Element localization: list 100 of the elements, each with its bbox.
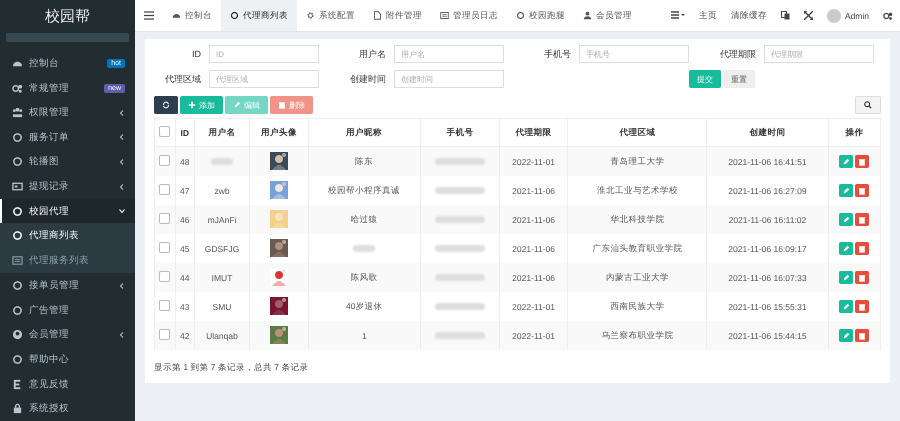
sidebar-item[interactable]: 提现记录	[0, 174, 135, 199]
circle-icon	[12, 280, 23, 292]
trash-icon	[858, 302, 866, 310]
sidebar-item[interactable]: 广告管理	[0, 298, 135, 323]
table-cell: 陈东	[308, 146, 420, 176]
menu-icon[interactable]	[144, 11, 154, 20]
checkbox[interactable]	[159, 184, 170, 195]
circle-icon	[230, 11, 239, 20]
circle-icon	[12, 206, 23, 217]
sidebar-item[interactable]: 系统授权	[0, 396, 135, 421]
table-cell: 陈风歌	[308, 263, 420, 292]
table-cell: 2021-11-06 15:44:15	[706, 321, 828, 350]
delete-button[interactable]	[855, 300, 870, 313]
table-cell: 乌兰察布职业学院	[568, 321, 707, 350]
nav-tab[interactable]: 系统配置	[297, 0, 364, 31]
column-header[interactable]: 创建时间	[706, 118, 828, 146]
filter-input[interactable]: 手机号	[579, 45, 689, 63]
table-cell: 内蒙古工业大学	[568, 263, 707, 292]
edit-button[interactable]	[839, 300, 854, 313]
trash-icon	[858, 274, 866, 282]
edit-button[interactable]	[839, 155, 854, 168]
nav-tab[interactable]: 会员管理	[574, 0, 641, 31]
sidebar-item[interactable]: 意见反馈	[0, 372, 135, 396]
table-cell: 哈过猿	[308, 205, 420, 234]
filter-label: 代理期限	[719, 48, 757, 60]
filter-input[interactable]: 代理期限	[764, 45, 874, 63]
edit-button[interactable]	[839, 213, 854, 226]
table-cell: 2021-11-06 16:11:02	[706, 205, 828, 234]
gear-icon	[306, 11, 315, 20]
table-cell: mJAnFi	[194, 205, 250, 234]
table-cell: 2021-11-06	[499, 205, 568, 234]
clear-cache-link[interactable]: 清除缓存	[724, 0, 774, 31]
nav-tab[interactable]: 校园跑腿	[507, 0, 574, 31]
table-cell: 2022-11-01	[499, 321, 568, 350]
refresh-icon	[162, 101, 170, 109]
table-cell: 1	[308, 321, 420, 350]
checkbox[interactable]	[159, 329, 170, 340]
edit-button[interactable]	[839, 271, 854, 284]
trash-icon	[858, 158, 866, 166]
list-icon	[440, 11, 449, 20]
sidebar-item[interactable]: 帮助中心	[0, 347, 135, 372]
pencil-icon	[233, 101, 241, 109]
gears-icon[interactable]	[883, 10, 893, 20]
list-icon[interactable]	[670, 11, 685, 20]
table-cell: 2021-11-06	[499, 263, 568, 292]
filter-input[interactable]: 用户名	[394, 45, 504, 63]
checkbox[interactable]	[159, 271, 170, 282]
circle-icon	[12, 156, 23, 168]
delete-button[interactable]	[855, 242, 870, 255]
pencil-icon	[842, 158, 850, 166]
sidebar-item[interactable]: 权限管理	[0, 100, 135, 126]
nav-tab[interactable]: 代理商列表	[221, 0, 297, 31]
edit-button[interactable]	[839, 184, 854, 197]
table-cell: 华北科技学院	[568, 205, 707, 234]
circle-icon	[12, 354, 23, 366]
checkbox[interactable]	[159, 300, 170, 311]
delete-button[interactable]	[855, 329, 870, 342]
sidebar-search-bar[interactable]	[6, 33, 129, 42]
table-cell: 44	[175, 263, 194, 292]
file-icon	[373, 11, 382, 20]
filter-label: ID	[191, 49, 202, 59]
delete-button[interactable]	[855, 271, 870, 284]
home-link[interactable]: 主页	[692, 0, 724, 31]
trash-icon	[858, 216, 866, 224]
delete-button[interactable]	[855, 155, 870, 168]
column-header[interactable]: 用户昵称	[308, 118, 420, 146]
sidebar-item[interactable]: 接单员管理	[0, 273, 135, 298]
gears-icon	[12, 82, 23, 94]
avatar-icon	[826, 8, 841, 22]
checkbox[interactable]	[159, 213, 170, 224]
search-button[interactable]	[855, 96, 881, 114]
table-cell: 42	[175, 321, 194, 350]
filter-input[interactable]: 创建时间	[394, 70, 504, 88]
table-cell: 2021-11-06 16:07:33	[706, 263, 828, 292]
sidebar-item[interactable]: 服务订单	[0, 125, 135, 150]
refresh-button[interactable]	[154, 96, 178, 114]
table-cell: 2021-11-06 16:41:51	[706, 146, 828, 176]
checkbox[interactable]	[159, 126, 170, 137]
sidebar-subitem[interactable]: 代理服务列表	[0, 248, 135, 274]
column-header[interactable]: 代理区域	[568, 118, 707, 146]
reset-button[interactable]: 重置	[723, 70, 755, 88]
user-name[interactable]: Admin	[844, 10, 869, 20]
filter-input[interactable]: 代理区域	[209, 70, 319, 88]
nav-tab[interactable]: 管理员日志	[431, 0, 507, 31]
sidebar-item[interactable]: 校园代理	[0, 198, 135, 224]
edit-button[interactable]	[839, 242, 854, 255]
filter-label: 手机号	[543, 48, 572, 60]
nav-tab[interactable]: 附件管理	[364, 0, 431, 31]
fullscreen-icon[interactable]	[804, 11, 813, 20]
checkbox[interactable]	[159, 155, 170, 166]
delete-button[interactable]	[855, 213, 870, 226]
nav-tab[interactable]: 控制台	[163, 0, 221, 31]
sidebar-item[interactable]: 会员管理	[0, 322, 135, 348]
edit-button[interactable]	[839, 329, 854, 342]
checkbox[interactable]	[159, 242, 170, 253]
delete-button[interactable]	[855, 184, 870, 197]
filter-input[interactable]: ID	[209, 45, 319, 63]
pencil-icon	[842, 216, 850, 224]
sidebar-item[interactable]: 轮播图	[0, 150, 135, 174]
pencil-icon	[842, 244, 850, 252]
